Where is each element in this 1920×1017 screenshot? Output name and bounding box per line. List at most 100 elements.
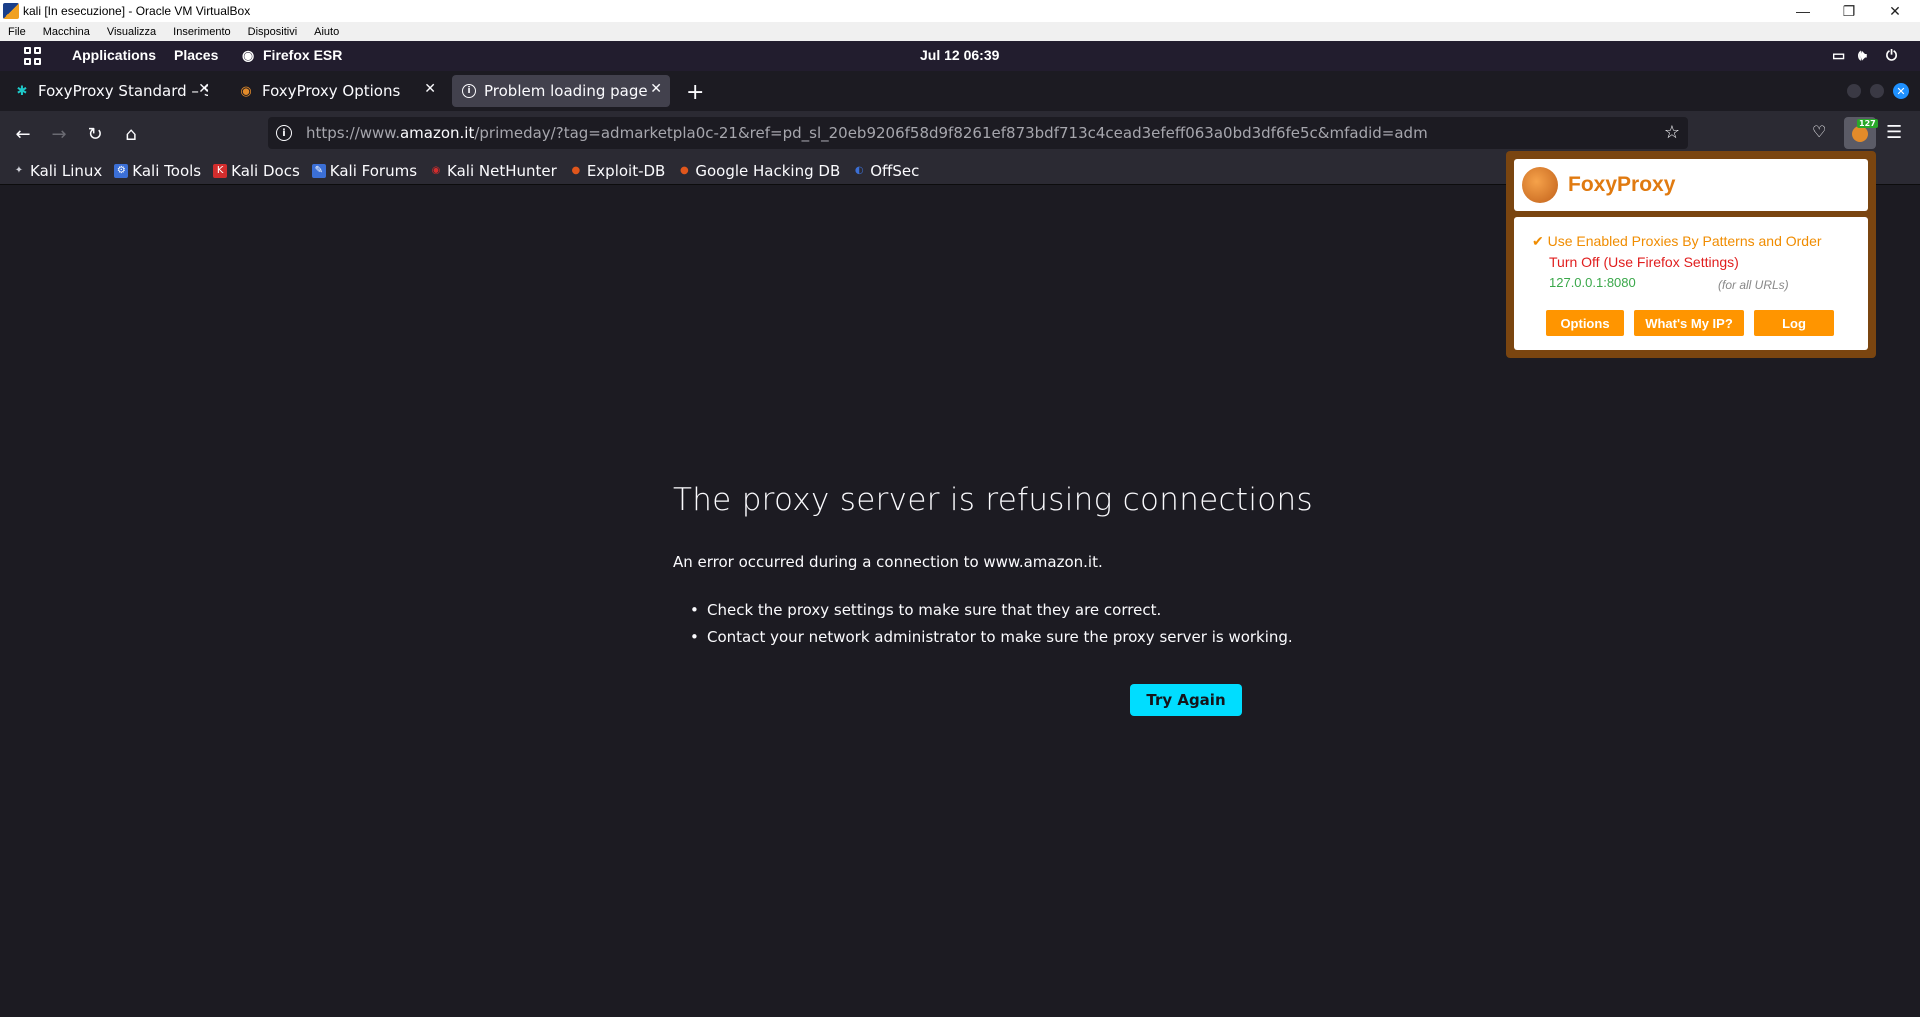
close-icon[interactable]: ✕ <box>1872 0 1918 22</box>
kali-dragon-icon: ✦ <box>14 165 24 176</box>
forward-icon[interactable]: → <box>46 121 72 147</box>
url-domain: amazon.it <box>399 124 475 142</box>
menu-file[interactable]: File <box>0 26 35 38</box>
virtualbox-title-bar: kali [In esecuzione] - Oracle VM Virtual… <box>0 0 1920 22</box>
bookmark-kali-docs[interactable]: K Kali Docs <box>213 162 300 180</box>
exploit-db-icon: ● <box>571 165 581 176</box>
foxyproxy-puzzle-icon: ✱ <box>16 83 28 99</box>
suggestion-text: Check the proxy settings to make sure th… <box>707 601 1162 619</box>
bookmark-exploit-db[interactable]: ● Exploit-DB <box>569 162 665 180</box>
offsec-icon: ◐ <box>854 165 864 176</box>
tab-foxyproxy-options[interactable]: ◉ FoxyProxy Options ✕ <box>228 75 444 107</box>
whats-my-ip-button[interactable]: What's My IP? <box>1634 310 1744 336</box>
foxyproxy-options-panel: ✔ Use Enabled Proxies By Patterns and Or… <box>1514 217 1868 350</box>
url-prefix: https://www. <box>306 124 400 142</box>
pocket-icon[interactable]: ♡ <box>1812 122 1834 144</box>
bookmark-kali-forums[interactable]: ✎ Kali Forums <box>311 161 418 180</box>
restore-icon[interactable]: ❐ <box>1826 0 1872 22</box>
error-title: The proxy server is refusing connections <box>673 482 1313 518</box>
close-tab-icon[interactable]: ✕ <box>650 81 662 97</box>
foxyproxy-icon: ◉ <box>240 83 252 99</box>
option-patterns-label: Use Enabled Proxies By Patterns and Orde… <box>1547 233 1822 249</box>
info-icon: i <box>462 84 476 98</box>
nethunter-icon: ◉ <box>431 165 441 176</box>
volume-icon[interactable]: 🕪 <box>1858 47 1867 64</box>
error-description: An error occurred during a connection to… <box>673 553 1103 571</box>
foxyproxy-icon <box>1852 126 1868 142</box>
list-item: • Contact your network administrator to m… <box>690 628 1293 646</box>
url-text[interactable]: https://www.amazon.it/primeday/?tag=adma… <box>306 124 1656 142</box>
maximize-window-icon[interactable] <box>1870 84 1884 98</box>
virtualbox-menu-bar: File Macchina Visualizza Inserimento Dis… <box>0 22 1920 41</box>
kali-tools-icon: ⚙ <box>114 163 129 178</box>
list-item: • Check the proxy settings to make sure t… <box>690 601 1293 619</box>
bookmark-kali-tools[interactable]: ⚙ Kali Tools <box>114 162 201 180</box>
site-info-icon[interactable]: i <box>276 125 292 141</box>
minimize-window-icon[interactable] <box>1847 84 1861 98</box>
foxyproxy-toolbar-button[interactable]: 127 <box>1844 117 1878 149</box>
virtualbox-app-icon <box>3 3 19 19</box>
close-tab-icon[interactable]: ✕ <box>198 81 210 97</box>
tab-problem-loading-page[interactable]: i Problem loading page ✕ <box>452 75 670 107</box>
bookmark-kali-linux[interactable]: ✦ Kali Linux <box>12 161 103 180</box>
bookmark-label: Kali Tools <box>132 161 202 180</box>
active-app-label[interactable]: Firefox ESR <box>263 47 342 63</box>
close-window-icon[interactable]: ✕ <box>1893 83 1909 99</box>
places-menu[interactable]: Places <box>174 47 218 63</box>
foxyproxy-title: FoxyProxy <box>1568 173 1676 196</box>
option-turn-off[interactable]: Turn Off (Use Firefox Settings) <box>1549 254 1739 270</box>
suggestion-text: Contact your network administrator to ma… <box>707 628 1293 646</box>
firefox-icon: ◉ <box>242 47 255 63</box>
bookmark-label: Kali NetHunter <box>447 161 557 180</box>
window-title: kali [In esecuzione] - Oracle VM Virtual… <box>23 4 251 18</box>
kali-forums-icon: ✎ <box>311 163 326 178</box>
reload-icon[interactable]: ↻ <box>82 121 108 147</box>
display-icon[interactable]: ▭ <box>1832 47 1845 64</box>
url-bar[interactable]: i https://www.amazon.it/primeday/?tag=ad… <box>268 117 1688 149</box>
tab-foxyproxy-standard[interactable]: ✱ FoxyProxy Standard – Sca ✕ <box>4 75 218 107</box>
back-icon[interactable]: ← <box>10 121 36 147</box>
kali-docs-icon: K <box>213 163 228 178</box>
bookmark-kali-nethunter[interactable]: ◉ Kali NetHunter <box>429 162 557 180</box>
bookmark-label: OffSec <box>870 161 920 180</box>
tab-label: Problem loading page <box>484 82 648 100</box>
proxy-hint: (for all URLs) <box>1718 278 1789 292</box>
clock[interactable]: Jul 12 06:39 <box>920 47 999 63</box>
ghdb-icon: ● <box>679 165 689 176</box>
menu-aiuto[interactable]: Aiuto <box>306 26 348 38</box>
foxyproxy-badge: 127 <box>1857 119 1878 128</box>
menu-icon[interactable]: ☰ <box>1886 122 1902 143</box>
bookmark-label: Kali Docs <box>231 161 300 180</box>
bookmark-label: Google Hacking DB <box>695 161 841 180</box>
menu-dispositivi[interactable]: Dispositivi <box>240 26 307 38</box>
option-patterns[interactable]: ✔ Use Enabled Proxies By Patterns and Or… <box>1532 233 1822 250</box>
home-icon[interactable]: ⌂ <box>118 121 144 147</box>
minimize-icon[interactable]: — <box>1780 0 1826 22</box>
menu-visualizza[interactable]: Visualizza <box>99 26 165 38</box>
option-proxy-127[interactable]: 127.0.0.1:8080 <box>1549 275 1636 290</box>
bookmark-offsec[interactable]: ◐ OffSec <box>852 161 920 180</box>
url-path: /primeday/?tag=admarketpla0c-21&ref=pd_s… <box>474 124 1428 142</box>
power-icon[interactable]: ⏻ <box>1886 47 1897 64</box>
kali-top-panel: Applications Places ◉ Firefox ESR Jul 12… <box>0 41 1920 71</box>
bullet-icon: • <box>690 628 699 646</box>
bookmark-label: Kali Forums <box>329 161 418 180</box>
foxyproxy-logo-icon <box>1522 167 1558 203</box>
foxyproxy-popup: FoxyProxy ✔ Use Enabled Proxies By Patte… <box>1506 151 1876 358</box>
foxyproxy-header: FoxyProxy <box>1514 159 1868 211</box>
bookmark-label: Kali Linux <box>30 161 103 180</box>
check-icon: ✔ <box>1532 233 1544 249</box>
close-tab-icon[interactable]: ✕ <box>424 81 436 97</box>
try-again-button[interactable]: Try Again <box>1130 684 1242 716</box>
tab-label: FoxyProxy Standard – Sca <box>38 82 208 100</box>
options-button[interactable]: Options <box>1546 310 1624 336</box>
menu-inserimento[interactable]: Inserimento <box>165 26 239 38</box>
menu-macchina[interactable]: Macchina <box>35 26 99 38</box>
bookmark-google-hacking-db[interactable]: ● Google Hacking DB <box>677 162 840 180</box>
log-button[interactable]: Log <box>1754 310 1834 336</box>
app-grid-icon[interactable] <box>24 47 42 65</box>
applications-menu[interactable]: Applications <box>72 47 156 63</box>
bookmark-star-icon[interactable]: ☆ <box>1664 122 1680 143</box>
new-tab-icon[interactable]: + <box>686 80 704 105</box>
bullet-icon: • <box>690 601 699 619</box>
